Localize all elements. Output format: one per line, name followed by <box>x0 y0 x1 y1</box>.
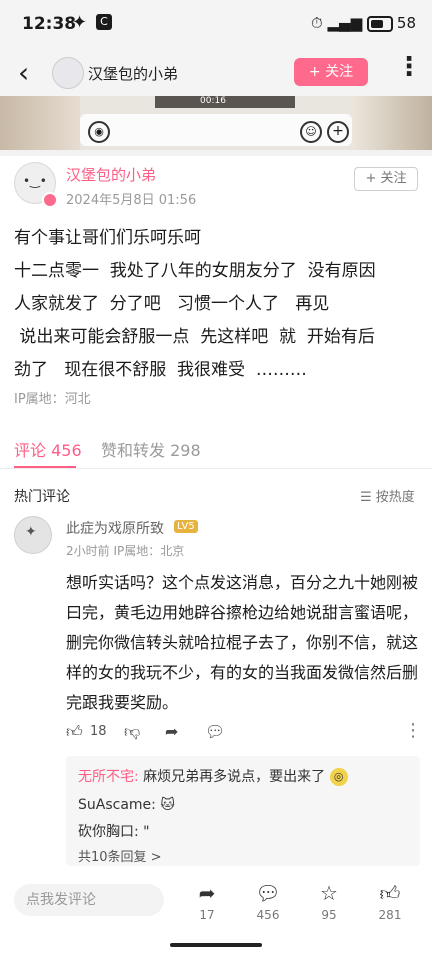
tab-comments[interactable]: 评论 456 <box>14 437 82 461</box>
header-follow-button[interactable]: + 关注 <box>294 58 368 86</box>
battery-icon <box>366 15 393 32</box>
alarm-icon: ⏱ <box>311 14 323 32</box>
comment-input[interactable]: 点我发评论 <box>14 884 164 916</box>
comment-meta: 2小时前 IP属地：北京 <box>66 544 185 558</box>
thumbs-up-icon[interactable]: 👍︎ <box>66 722 83 742</box>
top-header: ‹ 汉堡包的小弟 + 关注 ⋮ <box>0 48 432 96</box>
reply-item[interactable]: 砍你胸口: " <box>78 821 150 841</box>
commenter-avatar[interactable] <box>14 516 52 554</box>
view-all-replies-link[interactable]: 共10条回复 > <box>78 846 162 865</box>
sort-icon: ☰ <box>360 490 372 505</box>
thumbs-down-icon[interactable]: 👎︎ <box>124 722 140 742</box>
reply-author: 无所不宅: <box>78 769 139 785</box>
author-name[interactable]: 汉堡包的小弟 <box>66 164 156 185</box>
share-icon[interactable]: ➦ <box>192 881 222 905</box>
app-notification-icon: C <box>96 14 112 30</box>
sticker-icon: 🐱︎ <box>160 797 175 813</box>
verified-badge-icon <box>42 192 58 208</box>
comment-more-icon[interactable]: ⋮ <box>404 720 422 741</box>
level-badge: LV5 <box>174 520 198 533</box>
media-left-image <box>0 96 80 150</box>
tab-likes-reposts[interactable]: 赞和转发 298 <box>101 437 201 461</box>
reply-item[interactable]: 无所不宅: 麻烦兄弟再多说点，要出来了 ◎ <box>78 766 348 786</box>
comment-count: 456 <box>256 908 280 922</box>
reply-author: SuAscame: <box>78 797 156 813</box>
sort-label: 按热度 <box>375 490 415 505</box>
post-ip-location: IP属地：河北 <box>14 392 91 407</box>
comment-text: 想听实话吗？这个点发这消息，百分之九十她刚被曰完，黄毛边用她辟谷擦枪边给她说甜言… <box>66 573 419 712</box>
status-time: 12:38 <box>22 14 77 34</box>
like-icon[interactable]: 👍︎ <box>375 881 405 906</box>
signal-icon: ▂▄▆ <box>327 14 363 32</box>
divider <box>0 150 432 156</box>
sort-by-hot-button[interactable]: ☰ 按热度 <box>360 486 415 505</box>
follow-button[interactable]: + 关注 <box>354 167 418 191</box>
header-title[interactable]: 汉堡包的小弟 <box>88 63 178 84</box>
star-count: 95 <box>321 908 337 922</box>
back-arrow-icon[interactable]: ‹ <box>18 56 29 89</box>
status-icons: ⏱ ▂▄▆ 58 <box>311 14 416 32</box>
reply-text: 麻烦兄弟再多说点，要出来了 <box>138 769 326 785</box>
tab-divider <box>0 468 432 469</box>
emoji-icon[interactable]: ☺ <box>300 121 322 143</box>
reply-text: " <box>138 824 150 840</box>
audio-icon[interactable]: ◉ <box>88 121 110 143</box>
share-count: 17 <box>199 908 215 922</box>
battery-level: 58 <box>396 14 416 32</box>
status-bar: 12:38 ✦ C ⏱ ▂▄▆ 58 <box>0 0 432 48</box>
post-date: 2024年5月8日 01:56 <box>66 193 197 208</box>
reply-icon[interactable]: 💬︎ <box>205 722 225 741</box>
more-icon[interactable]: ⋮ <box>396 52 422 82</box>
reply-author: 砍你胸口: <box>78 824 139 840</box>
like-count: 281 <box>378 908 402 922</box>
sparkle-icon: ✦ <box>72 12 88 33</box>
comment-icon[interactable]: 💬︎ <box>253 881 283 905</box>
add-icon[interactable]: + <box>327 121 349 143</box>
star-icon[interactable]: ☆ <box>314 881 344 905</box>
header-avatar[interactable] <box>52 57 84 89</box>
post-text: 有个事让哥们们乐呵乐呵 十二点零一 我处了八年的女朋友分了 没有原因 人家就发了… <box>14 228 376 380</box>
comment-like-count: 18 <box>90 724 107 739</box>
commenter-name[interactable]: 此症为戏原所致 <box>66 518 164 538</box>
hot-comments-title: 热门评论 <box>14 489 70 505</box>
video-duration: 00:16 <box>200 96 226 106</box>
share-icon[interactable]: ➦ <box>165 722 178 741</box>
media-right-image <box>352 96 432 150</box>
reply-item[interactable]: SuAscame: 🐱︎ <box>78 797 175 813</box>
dizzy-emoji-icon: ◎ <box>329 768 348 786</box>
home-indicator <box>170 943 262 947</box>
